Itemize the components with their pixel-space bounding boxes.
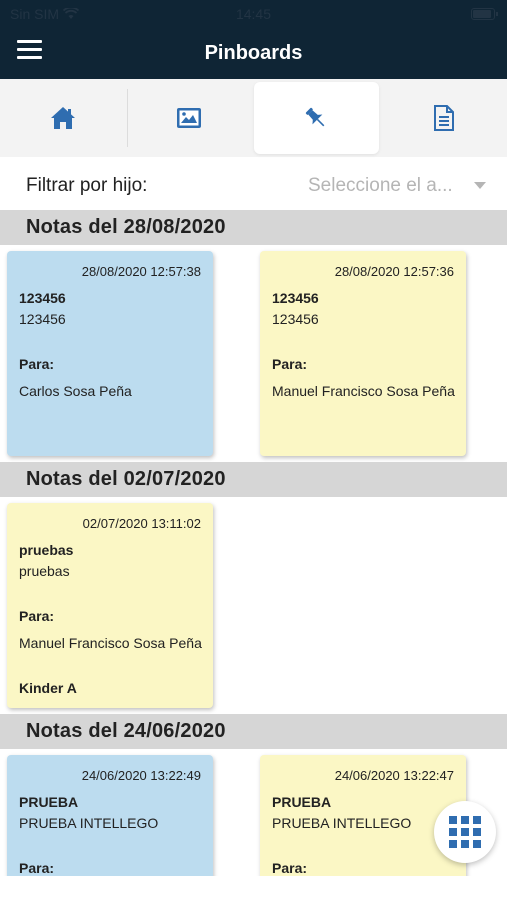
filter-label: Filtrar por hijo: — [26, 175, 148, 196]
nav-bar: Pinboards — [0, 28, 507, 79]
chevron-down-icon — [474, 182, 486, 189]
note-para-label: Para: — [272, 860, 308, 876]
apps-menu-button[interactable] — [434, 801, 496, 863]
child-select[interactable]: Seleccione el a... — [300, 172, 492, 200]
child-filter: Filtrar por hijo: Seleccione el a... — [0, 160, 507, 210]
image-icon — [176, 108, 201, 128]
document-icon — [434, 105, 455, 131]
note-date: 02/07/2020 13:11:02 — [82, 516, 201, 531]
note-subject: 123456 — [19, 290, 66, 306]
pin-icon — [306, 107, 325, 127]
tab-bar — [0, 79, 507, 157]
note-date: 24/06/2020 13:22:47 — [334, 768, 454, 783]
note-body: 123456 — [272, 311, 319, 327]
note-recipient: Manuel Francisco Sosa Peña — [272, 383, 455, 399]
note-body: pruebas — [19, 563, 70, 579]
note-card[interactable]: 24/06/2020 13:22:49 PRUEBA PRUEBA INTELL… — [7, 755, 213, 895]
status-time: 14:45 — [235, 6, 272, 22]
battery-icon — [471, 8, 498, 20]
note-card[interactable]: 28/08/2020 12:57:38 123456 123456 Para: … — [7, 251, 213, 456]
note-para-label: Para: — [19, 608, 55, 624]
section-title: Notas del 24/06/2020 — [26, 720, 226, 742]
note-subject: PRUEBA — [272, 794, 332, 810]
note-date: 28/08/2020 12:57:36 — [334, 264, 454, 279]
note-body: PRUEBA INTELLEGO — [272, 815, 412, 831]
status-bar: Sin SIM 14:45 — [0, 0, 507, 28]
note-group: Kinder A — [19, 680, 77, 696]
apps-grid-icon — [449, 816, 481, 848]
note-body: 123456 — [19, 311, 66, 327]
note-date: 28/08/2020 12:57:38 — [81, 264, 201, 279]
note-subject: 123456 — [272, 290, 319, 306]
section-header: Notas del 24/06/2020 — [0, 714, 507, 749]
child-select-placeholder: Seleccione el a... — [308, 175, 453, 196]
note-body: PRUEBA INTELLEGO — [19, 815, 159, 831]
home-icon — [50, 107, 75, 129]
note-card[interactable]: 28/08/2020 12:57:36 123456 123456 Para: … — [260, 251, 466, 456]
section-header: Notas del 28/08/2020 — [0, 210, 507, 245]
bottom-area — [0, 876, 507, 900]
tab-images[interactable] — [126, 79, 252, 157]
note-para-label: Para: — [19, 356, 55, 372]
note-card[interactable]: 02/07/2020 13:11:02 pruebas pruebas Para… — [7, 503, 213, 708]
page-title: Pinboards — [204, 42, 303, 64]
note-para-label: Para: — [272, 356, 308, 372]
note-subject: PRUEBA — [19, 794, 79, 810]
section-title: Notas del 28/08/2020 — [26, 216, 226, 238]
note-recipient: Manuel Francisco Sosa Peña — [19, 635, 202, 651]
section-title: Notas del 02/07/2020 — [26, 468, 226, 490]
note-para-label: Para: — [19, 860, 55, 876]
note-subject: pruebas — [19, 542, 74, 558]
tab-documents[interactable] — [381, 79, 507, 157]
note-date: 24/06/2020 13:22:49 — [81, 768, 201, 783]
note-recipient: Carlos Sosa Peña — [19, 383, 132, 399]
tab-home[interactable] — [0, 79, 126, 157]
section-header: Notas del 02/07/2020 — [0, 462, 507, 497]
tab-pinboards[interactable] — [253, 82, 380, 154]
